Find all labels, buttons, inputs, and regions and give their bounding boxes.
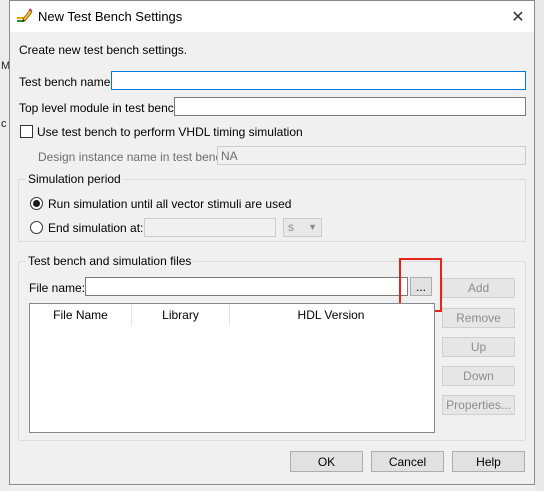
close-button[interactable]: ✕ bbox=[502, 1, 534, 32]
title-bar: New Test Bench Settings ✕ bbox=[10, 1, 534, 32]
up-button[interactable]: Up bbox=[442, 337, 515, 357]
column-header-file-name[interactable]: File Name bbox=[30, 304, 132, 326]
file-list-table[interactable]: File Name Library HDL Version bbox=[29, 303, 435, 433]
test-bench-name-input[interactable] bbox=[111, 71, 526, 90]
dialog-title: New Test Bench Settings bbox=[38, 9, 183, 24]
files-group-title: Test bench and simulation files bbox=[26, 254, 194, 268]
ok-button[interactable]: OK bbox=[290, 451, 363, 472]
simulation-period-title: Simulation period bbox=[26, 172, 123, 186]
file-name-label: File name: bbox=[29, 281, 86, 295]
time-unit-select[interactable]: s ▼ bbox=[283, 218, 322, 237]
run-until-stimuli-radio[interactable] bbox=[30, 197, 43, 210]
background-left-edge: c M bbox=[0, 0, 10, 491]
top-level-module-label: Top level module in test bench: bbox=[19, 101, 184, 115]
intro-text: Create new test bench settings. bbox=[19, 43, 188, 57]
vhdl-timing-label: Use test bench to perform VHDL timing si… bbox=[37, 125, 303, 139]
help-button[interactable]: Help bbox=[452, 451, 525, 472]
design-instance-label: Design instance name in test bench: bbox=[38, 150, 232, 164]
design-instance-input[interactable] bbox=[217, 146, 526, 165]
vhdl-timing-checkbox[interactable] bbox=[20, 125, 33, 138]
top-level-module-input[interactable] bbox=[174, 97, 526, 116]
file-name-input[interactable] bbox=[85, 277, 408, 296]
background-text-fragment: c bbox=[1, 118, 7, 130]
settings-pencil-icon bbox=[17, 8, 33, 22]
chevron-down-icon: ▼ bbox=[308, 222, 317, 232]
properties-button[interactable]: Properties... bbox=[442, 395, 515, 415]
add-button[interactable]: Add bbox=[442, 278, 515, 298]
test-bench-name-label: Test bench name: bbox=[19, 75, 114, 89]
column-header-library[interactable]: Library bbox=[132, 304, 230, 326]
cancel-button[interactable]: Cancel bbox=[371, 451, 444, 472]
end-simulation-radio[interactable] bbox=[30, 221, 43, 234]
time-unit-value: s bbox=[288, 220, 294, 234]
run-until-stimuli-label: Run simulation until all vector stimuli … bbox=[48, 197, 292, 211]
remove-button[interactable]: Remove bbox=[442, 308, 515, 328]
dialog-window: New Test Bench Settings ✕ Create new tes… bbox=[9, 0, 535, 485]
end-simulation-time-input[interactable] bbox=[144, 218, 276, 237]
background-right-edge bbox=[535, 0, 544, 491]
column-header-hdl-version[interactable]: HDL Version bbox=[230, 304, 432, 326]
down-button[interactable]: Down bbox=[442, 366, 515, 386]
end-simulation-label: End simulation at: bbox=[48, 221, 144, 235]
